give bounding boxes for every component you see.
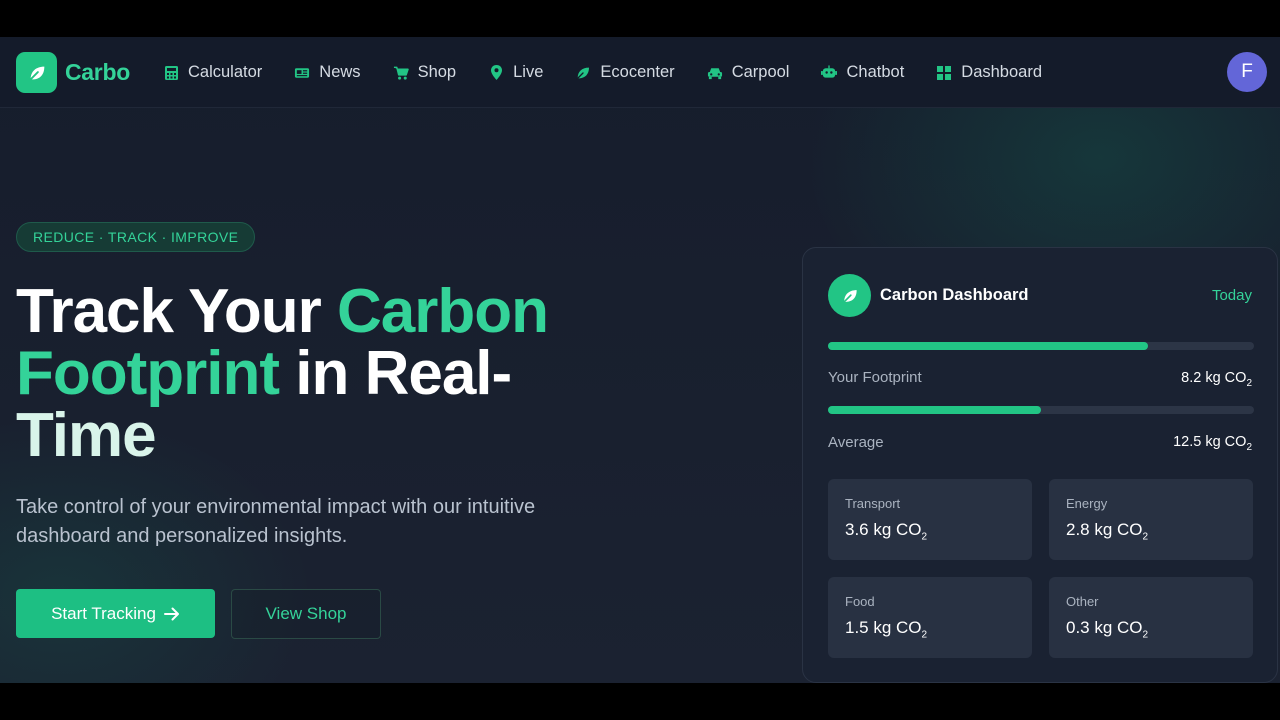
tile-value-text: 2.8 kg CO — [1066, 520, 1143, 539]
tile-value: 2.8 kg CO2 — [1066, 520, 1148, 542]
headline-text: in Real- — [279, 339, 512, 408]
tile-value-text: 1.5 kg CO — [845, 618, 922, 637]
map-pin-icon — [488, 65, 504, 81]
brand-home-link[interactable]: Carbo — [16, 52, 130, 93]
letterbox-bottom — [0, 683, 1280, 720]
hero-headline: Track Your Carbon Footprint in Real- Time — [16, 281, 636, 467]
tile-other: Other 0.3 kg CO2 — [1049, 577, 1253, 658]
average-value-text: 12.5 kg CO — [1173, 434, 1247, 450]
tile-value-text: 0.3 kg CO — [1066, 618, 1143, 637]
start-tracking-button[interactable]: Start Tracking — [16, 589, 215, 638]
nav-label: News — [319, 63, 361, 81]
tile-label: Other — [1066, 594, 1099, 609]
robot-icon — [821, 65, 838, 81]
average-label: Average — [828, 434, 884, 451]
nav-links: Calculator News Shop Live Ecocenter Carp… — [163, 37, 1074, 108]
average-progress-bar — [828, 406, 1254, 414]
headline-accent: Footprint — [16, 339, 280, 408]
footprint-label: Your Footprint — [828, 369, 922, 386]
footprint-value-text: 8.2 kg CO — [1181, 370, 1247, 386]
tile-label: Energy — [1066, 496, 1108, 511]
headline-accent: Carbon — [336, 277, 549, 346]
calculator-icon — [163, 65, 179, 81]
top-navbar: Carbo Calculator News Shop Live Ecocente… — [0, 37, 1280, 108]
tile-transport: Transport 3.6 kg CO2 — [828, 479, 1032, 560]
grid-icon — [936, 65, 952, 81]
tagline-badge: REDUCE · TRACK · IMPROVE — [16, 222, 256, 252]
unit-subscript: 2 — [1246, 441, 1252, 453]
car-icon — [707, 65, 723, 81]
leaf-icon — [828, 274, 871, 317]
card-title: Carbon Dashboard — [880, 286, 1029, 304]
nav-label: Ecocenter — [600, 63, 675, 81]
view-shop-label: View Shop — [265, 604, 347, 623]
carbon-dashboard-card: Carbon Dashboard Today Your Footprint 8.… — [802, 247, 1278, 683]
footprint-progress-fill — [828, 342, 1148, 350]
tile-value: 0.3 kg CO2 — [1066, 618, 1148, 640]
newspaper-icon — [294, 65, 310, 81]
tile-value: 3.6 kg CO2 — [845, 520, 927, 542]
nav-item-dashboard[interactable]: Dashboard — [936, 63, 1042, 82]
unit-subscript: 2 — [921, 531, 928, 543]
nav-label: Live — [513, 63, 544, 81]
headline-text: Track Your — [16, 277, 337, 346]
footprint-value: 8.2 kg CO2 — [1181, 370, 1252, 389]
nav-item-carpool[interactable]: Carpool — [707, 63, 790, 82]
nav-item-chatbot[interactable]: Chatbot — [821, 63, 904, 82]
nav-label: Carpool — [731, 63, 790, 81]
average-value: 12.5 kg CO2 — [1173, 434, 1252, 453]
start-tracking-label: Start Tracking — [51, 603, 156, 623]
user-avatar[interactable]: F — [1227, 52, 1267, 92]
unit-subscript: 2 — [1142, 629, 1149, 641]
unit-subscript: 2 — [921, 629, 928, 641]
tile-label: Transport — [845, 496, 901, 511]
nav-label: Calculator — [188, 63, 263, 81]
nav-item-news[interactable]: News — [294, 63, 361, 82]
footprint-progress-bar — [828, 342, 1254, 350]
nav-label: Dashboard — [961, 63, 1043, 81]
nav-label: Chatbot — [846, 63, 905, 81]
average-progress-fill — [828, 406, 1041, 414]
nav-item-shop[interactable]: Shop — [393, 63, 457, 82]
cart-icon — [393, 65, 409, 81]
tile-food: Food 1.5 kg CO2 — [828, 577, 1032, 658]
tile-label: Food — [845, 594, 875, 609]
hero-subtitle: Take control of your environmental impac… — [16, 496, 536, 547]
arrow-right-icon — [163, 607, 180, 621]
brand-name: Carbo — [65, 59, 130, 85]
nav-item-calculator[interactable]: Calculator — [163, 63, 262, 82]
nav-item-ecocenter[interactable]: Ecocenter — [575, 63, 675, 82]
leaf-icon — [575, 65, 591, 81]
unit-subscript: 2 — [1142, 531, 1149, 543]
tile-value-text: 3.6 kg CO — [845, 520, 922, 539]
period-label: Today — [1211, 287, 1252, 304]
letterbox-top — [0, 0, 1280, 37]
tile-value: 1.5 kg CO2 — [845, 618, 927, 640]
unit-subscript: 2 — [1246, 377, 1252, 389]
nav-item-live[interactable]: Live — [488, 63, 543, 82]
app-window: Carbo Calculator News Shop Live Ecocente… — [0, 37, 1280, 683]
tile-energy: Energy 2.8 kg CO2 — [1049, 479, 1253, 560]
headline-text: Time — [16, 401, 157, 470]
leaf-icon — [16, 52, 57, 93]
view-shop-button[interactable]: View Shop — [231, 589, 381, 639]
nav-label: Shop — [417, 63, 457, 81]
